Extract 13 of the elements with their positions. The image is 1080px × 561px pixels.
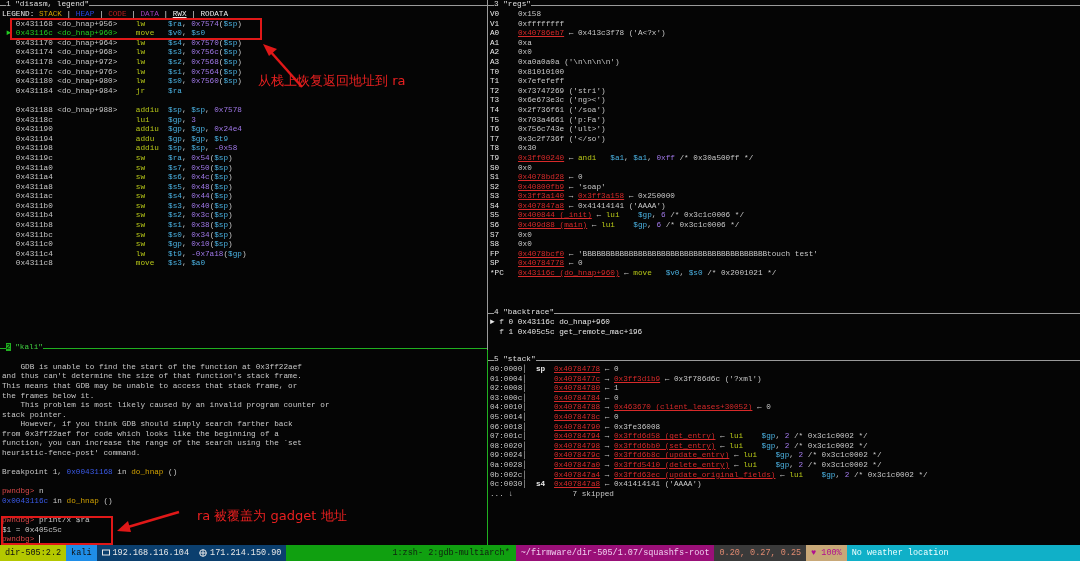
- annotation-text: ra 被覆盖为 gadget 地址: [197, 508, 347, 524]
- annotation-text: 从栈上恢复返回地址到 ra: [258, 73, 406, 89]
- status-segment: 0.20, 0.27, 0.25: [714, 545, 807, 561]
- status-segment: ~/firmware/dir-505/1.07/squashfs-root: [515, 545, 715, 561]
- globe-icon: [199, 549, 208, 557]
- status-segment: 171.214.150.90: [194, 545, 287, 561]
- status-segment: kali: [66, 545, 97, 561]
- status-segment: dir-505:2.2: [0, 545, 67, 561]
- status-segment: No weather location: [846, 545, 1080, 561]
- status-segment: ♥ 100%: [806, 545, 847, 561]
- status-segment: 192.168.116.104: [96, 545, 195, 561]
- arrow-icon: [116, 510, 180, 534]
- monitor-icon: [101, 549, 110, 557]
